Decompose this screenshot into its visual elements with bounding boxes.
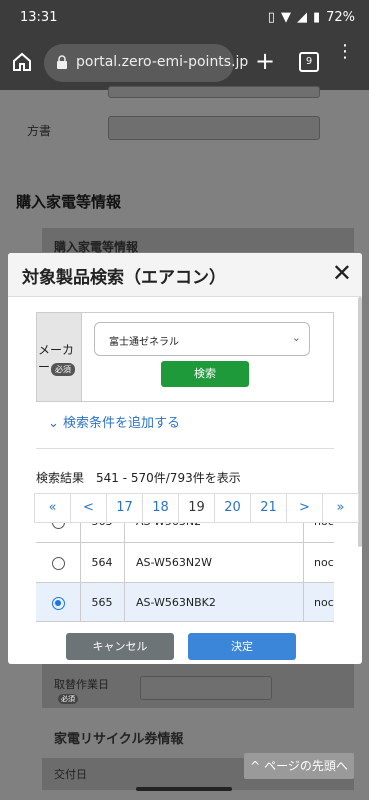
chevron-up-icon: ^ [250,759,261,773]
row-select-cell [36,583,81,621]
page-17[interactable]: 17 [106,493,143,523]
row-radio[interactable] [51,556,65,570]
status-bar: 13:31 ▯ ▼ ◢ ▮ 72% [0,0,369,36]
bg-subsection: 購入家電等情報 [42,228,354,254]
gesture-nav-bar [0,787,369,800]
table-row[interactable]: 564 AS-W563N2W noc [36,542,334,583]
chevron-down-icon: ⌄ [48,416,59,431]
bg-date-input [140,676,272,700]
confirm-button[interactable]: 決定 [188,633,296,660]
more-menu-icon[interactable]: ⋮ [336,43,354,61]
product-search-modal: 対象製品検索（エアコン） ✕ メーカー 必須 富士通ゼネラル ⌄ 検索 ⌄ 検索… [8,253,362,664]
bg-recycle-title: 家電リサイクル券情報 [54,732,184,747]
maker-label-cell: メーカー 必須 [37,313,82,401]
bg-section-title: 購入家電等情報 [16,193,122,211]
new-tab-icon[interactable]: + [255,49,275,73]
table-row-selected[interactable]: 565 AS-W563NBK2 noc [36,582,334,621]
chevron-down-icon: ⌄ [291,331,301,344]
modal-body: メーカー 必須 富士通ゼネラル ⌄ 検索 ⌄ 検索条件を追加する 検索結果 54… [8,297,362,622]
maker-select-value: 富士通ゼネラル [109,337,179,348]
required-badge: 必須 [51,363,75,376]
row-radio[interactable] [51,523,65,529]
row-number: 563 [80,523,125,542]
results-summary: 検索結果 541 - 570件/793件を表示 [36,471,241,485]
bg-recycle-row-label: 交付日 [54,768,87,781]
page-20[interactable]: 20 [214,493,251,523]
signal-icon: ◢ [296,10,307,25]
bg-field-label: 方書 [27,124,52,138]
results-table: 563 AS-W563N2 noc 564 AS-W563N2W noc 565… [36,523,334,622]
tab-switcher-button[interactable]: 9 [299,52,319,72]
maker-select[interactable]: 富士通ゼネラル ⌄ [94,322,310,356]
row-model: AS-W563N2W [124,543,304,583]
page-current: 19 [178,493,215,523]
add-condition-link[interactable]: ⌄ 検索条件を追加する [48,412,180,431]
row-radio-selected[interactable] [51,596,65,610]
page-prev[interactable]: < [70,493,107,523]
row-model: AS-W563N2 [124,523,304,542]
wifi-icon: ▼ [280,10,291,25]
status-time: 13:31 [20,10,58,25]
battery-icon: ▮ [312,10,321,25]
bg-required-badge: 必須 [58,694,78,704]
page-first[interactable]: « [34,493,71,523]
row-number: 565 [80,583,125,621]
close-icon[interactable]: ✕ [332,259,352,287]
cancel-button[interactable]: キャンセル [66,633,174,660]
address-bar[interactable]: portal.zero-emi-points.jp [44,44,248,82]
bg-work-date-row: 取替作業日 必須 [42,664,354,708]
page-top-label: ページの先頭へ [264,759,348,773]
modal-footer: キャンセル 決定 [8,624,362,664]
page-next[interactable]: > [286,493,323,523]
url-text: portal.zero-emi-points.jp [76,54,249,70]
battery-level: 72% [326,10,355,25]
row-select-cell [36,523,81,542]
status-icons: ▯ ▼ ◢ ▮ 72% [268,10,355,25]
pagination: « < 17 18 19 20 21 > » [34,493,359,523]
add-condition-label: 検索条件を追加する [63,416,181,431]
browser-toolbar: portal.zero-emi-points.jp + 9 ⋮ [0,36,369,90]
search-button[interactable]: 検索 [161,361,249,387]
lock-icon [56,55,68,73]
modal-header: 対象製品検索（エアコン） ✕ [8,253,362,297]
page-last[interactable]: » [322,493,359,523]
divider [36,448,334,449]
page-18[interactable]: 18 [142,493,179,523]
bg-input-1 [108,86,320,98]
row-maker: noc [314,556,334,569]
row-maker: noc [304,523,334,542]
row-select-cell [36,543,81,583]
vibrate-icon: ▯ [267,10,275,25]
page-21[interactable]: 21 [250,493,287,523]
maker-filter-box: メーカー 必須 富士通ゼネラル ⌄ 検索 [36,312,334,402]
row-number: 564 [80,543,125,583]
row-maker: noc [314,596,334,609]
page-top-button[interactable]: ^ ページの先頭へ [244,753,354,779]
home-icon[interactable] [10,50,34,74]
table-row[interactable]: 563 AS-W563N2 noc [36,523,334,542]
bg-input-2 [108,116,320,140]
home-gesture-handle[interactable] [136,787,232,791]
modal-title: 対象製品検索（エアコン） [22,268,226,288]
row-model: AS-W563NBK2 [124,583,304,621]
bg-work-date-label: 取替作業日 [54,678,109,691]
